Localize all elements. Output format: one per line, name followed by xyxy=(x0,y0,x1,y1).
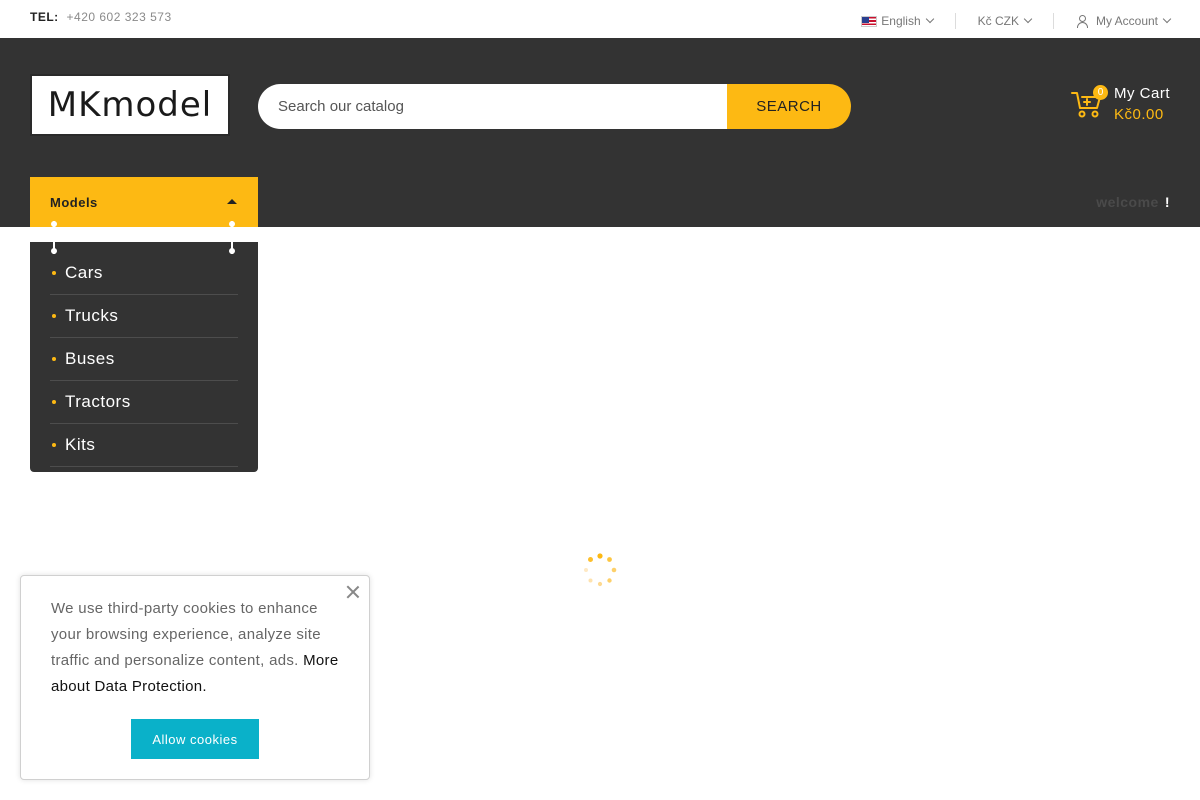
welcome-bang: ! xyxy=(1164,194,1170,210)
bullet-icon xyxy=(52,314,56,318)
dropdown-top-strip xyxy=(30,227,258,242)
us-flag-icon xyxy=(861,15,878,27)
hanger-pin-icon xyxy=(229,221,235,254)
category-label: Tractors xyxy=(65,392,131,411)
models-label: Models xyxy=(50,194,98,210)
category-label: Cars xyxy=(65,263,103,282)
loading-spinner-icon xyxy=(583,553,617,587)
cookie-text: We use third-party cookies to enhance yo… xyxy=(51,596,341,700)
language-selector[interactable]: English xyxy=(861,14,934,28)
chevron-down-icon xyxy=(1162,14,1172,24)
category-list: Cars Trucks Buses Tractors Kits xyxy=(50,252,238,467)
cart-title: My Cart xyxy=(1114,85,1170,102)
chevron-down-icon xyxy=(1023,14,1033,24)
cart-total: Kč0.00 xyxy=(1114,106,1164,123)
currency-label: Kč CZK xyxy=(977,14,1019,28)
category-item-buses[interactable]: Buses xyxy=(50,338,238,381)
category-item-trucks[interactable]: Trucks xyxy=(50,295,238,338)
user-icon xyxy=(1076,15,1088,28)
cart-count-badge: 0 xyxy=(1093,85,1108,100)
site-logo[interactable]: MKmodel xyxy=(30,74,230,136)
top-bar: TEL: +420 602 323 573 English Kč CZK My … xyxy=(0,0,1200,38)
cart-summary: My Cart Kč0.00 xyxy=(1114,85,1170,123)
allow-cookies-button[interactable]: Allow cookies xyxy=(131,719,259,759)
models-menu-toggle[interactable]: Models xyxy=(30,177,258,227)
account-label: My Account xyxy=(1095,14,1158,28)
close-icon[interactable] xyxy=(345,584,361,600)
bullet-icon xyxy=(52,400,56,404)
welcome-message: welcome! xyxy=(1096,194,1170,210)
search-button[interactable]: SEARCH xyxy=(727,84,851,129)
phone-contact: TEL: +420 602 323 573 xyxy=(30,10,172,24)
cart[interactable]: 0 My Cart Kč0.00 xyxy=(1070,85,1170,123)
category-item-tractors[interactable]: Tractors xyxy=(50,381,238,424)
category-label: Trucks xyxy=(65,306,119,325)
chevron-down-icon xyxy=(925,14,934,24)
tel-number[interactable]: +420 602 323 573 xyxy=(67,10,172,24)
tel-label: TEL: xyxy=(30,10,59,24)
language-label: English xyxy=(881,14,921,28)
hanger-pin-icon xyxy=(51,221,57,254)
bullet-icon xyxy=(52,443,56,447)
bullet-icon xyxy=(52,271,56,275)
category-item-kits[interactable]: Kits xyxy=(50,424,238,467)
cart-icon: 0 xyxy=(1070,85,1108,121)
models-dropdown: Cars Trucks Buses Tractors Kits xyxy=(30,221,258,472)
category-label: Kits xyxy=(65,435,96,454)
account-menu[interactable]: My Account xyxy=(1076,14,1172,28)
divider xyxy=(1052,13,1054,29)
search-bar: SEARCH xyxy=(258,84,851,129)
category-label: Buses xyxy=(65,349,115,368)
category-item-cars[interactable]: Cars xyxy=(50,252,238,295)
welcome-text: welcome xyxy=(1096,194,1159,210)
cookie-message: We use third-party cookies to enhance yo… xyxy=(51,600,321,669)
top-right-controls: English Kč CZK My Account xyxy=(861,13,1172,29)
currency-selector[interactable]: Kč CZK xyxy=(977,14,1033,28)
cookie-consent-banner: We use third-party cookies to enhance yo… xyxy=(20,575,370,780)
caret-up-icon xyxy=(227,199,237,204)
search-input[interactable] xyxy=(258,84,727,129)
bullet-icon xyxy=(52,357,56,361)
logo-text: MKmodel xyxy=(47,85,213,125)
divider xyxy=(954,13,956,29)
